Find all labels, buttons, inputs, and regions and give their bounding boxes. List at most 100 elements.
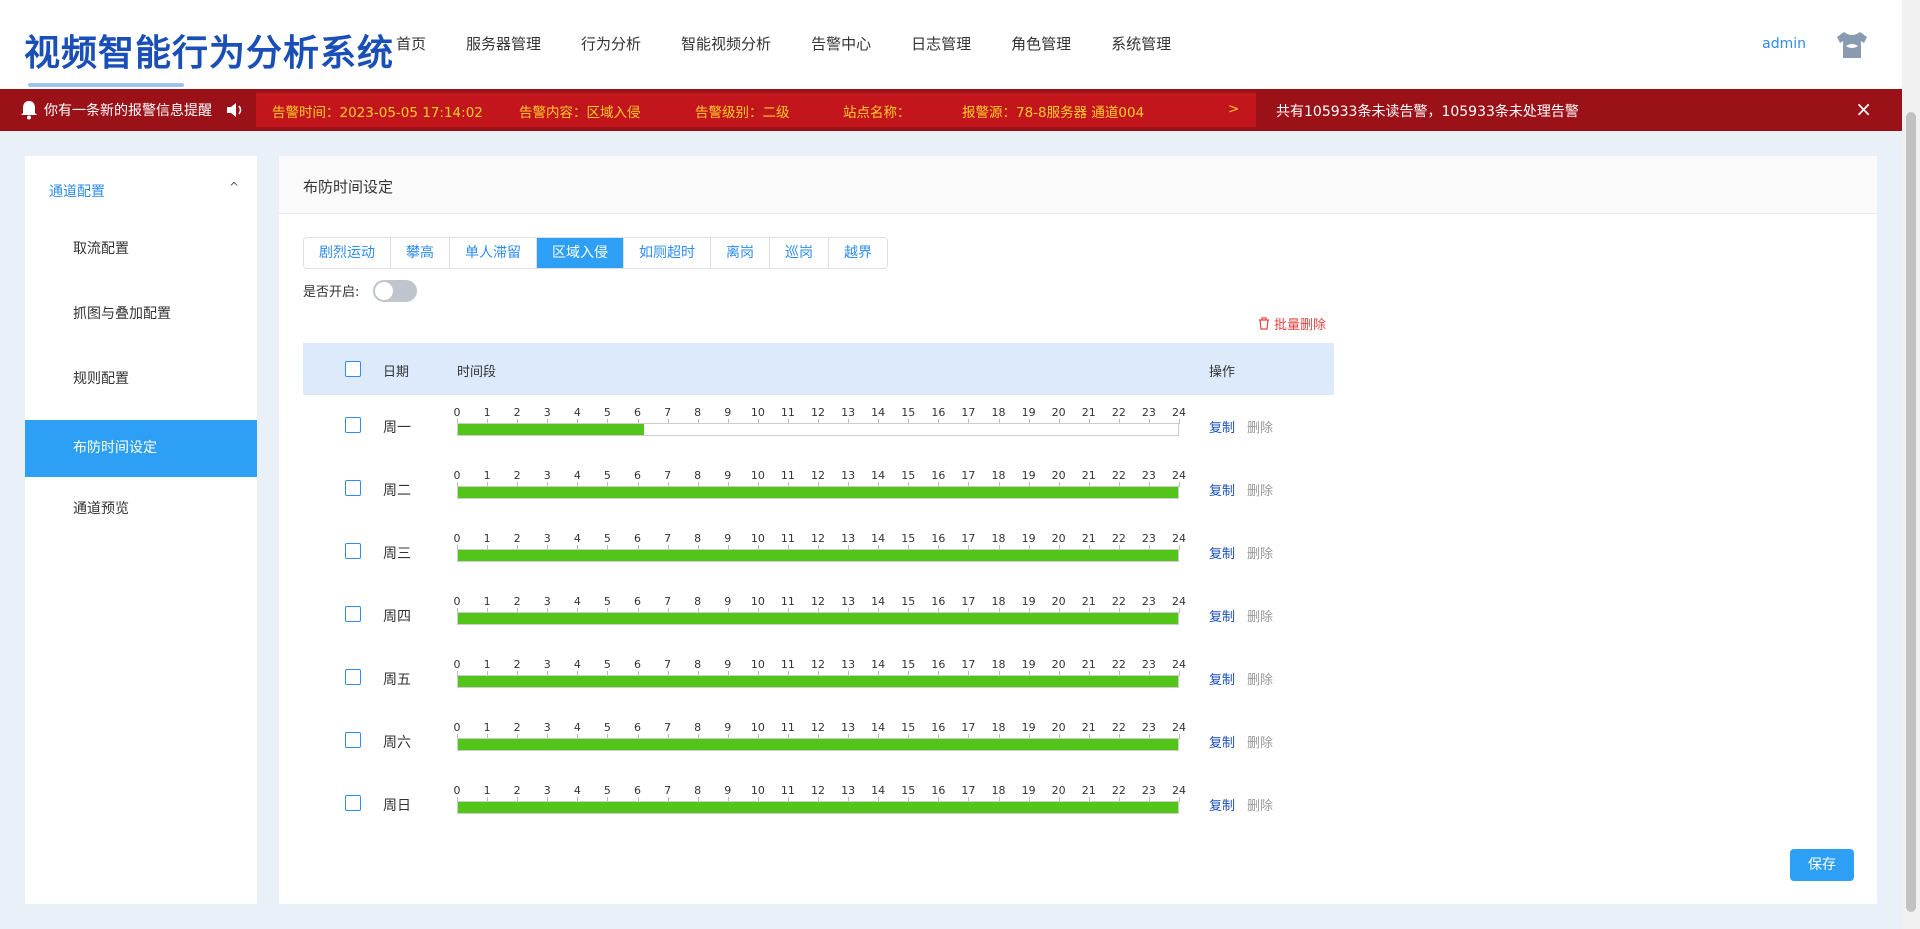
close-icon[interactable]: × — [1855, 97, 1872, 121]
timeline[interactable]: 0 1 2 3 4 5 6 7 8 9 10 11 12 13 14 15 16 17 18 19 20 21 22 23 24 — [454, 395, 1186, 458]
scrollbar-thumb[interactable] — [1906, 112, 1916, 912]
hour-tick-label: 5 — [603, 658, 611, 671]
copy-button[interactable]: 复制 — [1209, 606, 1235, 625]
timeline[interactable]: 0 1 2 3 4 5 6 7 8 9 10 11 12 13 14 15 16 17 18 19 20 21 22 23 24 — [454, 521, 1186, 584]
row-day: 周二 — [383, 483, 411, 499]
armed-period-fill[interactable] — [458, 487, 1178, 498]
row-checkbox[interactable] — [345, 732, 361, 748]
nav-item-home[interactable]: 首页 — [376, 0, 446, 89]
row-checkbox[interactable] — [345, 480, 361, 496]
hour-tick-label: 17 — [961, 721, 976, 734]
tab-patrol[interactable]: 巡岗 — [770, 238, 829, 268]
col-date: 日期 — [383, 365, 410, 380]
hour-tick-label: 7 — [664, 721, 672, 734]
armed-period-fill[interactable] — [458, 613, 1178, 624]
time-track[interactable] — [457, 486, 1179, 499]
time-track[interactable] — [457, 801, 1179, 814]
tab-violent-motion[interactable]: 剧烈运动 — [304, 238, 391, 268]
alarm-next-icon[interactable]: > — [1228, 101, 1239, 117]
hour-tick-label: 11 — [780, 721, 795, 734]
row-checkbox[interactable] — [345, 606, 361, 622]
sidebar-group-channel-config[interactable]: 通道配置 ^ — [25, 156, 257, 221]
sidebar-item-capture[interactable]: 抓图与叠加配置 — [25, 286, 257, 343]
sidebar-item-stream[interactable]: 取流配置 — [25, 221, 257, 278]
sidebar-item-rules[interactable]: 规则配置 — [25, 351, 257, 408]
tab-area-intrusion[interactable]: 区域入侵 — [537, 238, 624, 268]
delete-button[interactable]: 删除 — [1247, 417, 1273, 436]
alarm-notice: 你有一条新的报警信息提醒 — [20, 89, 244, 131]
tab-toilet-timeout[interactable]: 如厕超时 — [624, 238, 711, 268]
copy-button[interactable]: 复制 — [1209, 480, 1235, 499]
copy-button[interactable]: 复制 — [1209, 417, 1235, 436]
timeline[interactable]: 0 1 2 3 4 5 6 7 8 9 10 11 12 13 14 15 16 17 18 19 20 21 22 23 24 — [454, 710, 1186, 773]
timeline[interactable]: 0 1 2 3 4 5 6 7 8 9 10 11 12 13 14 15 16 17 18 19 20 21 22 23 24 — [454, 647, 1186, 710]
time-track[interactable] — [457, 423, 1179, 436]
tab-off-post[interactable]: 离岗 — [711, 238, 770, 268]
sidebar-item-schedule[interactable]: 布防时间设定 — [25, 420, 257, 477]
nav-item-role[interactable]: 角色管理 — [991, 0, 1091, 89]
timeline[interactable]: 0 1 2 3 4 5 6 7 8 9 10 11 12 13 14 15 16 17 18 19 20 21 22 23 24 — [454, 773, 1186, 836]
time-track[interactable] — [457, 612, 1179, 625]
delete-button[interactable]: 删除 — [1247, 669, 1273, 688]
page-scrollbar[interactable] — [1902, 0, 1920, 929]
hour-tick-label: 20 — [1051, 532, 1066, 545]
hour-tick-mark — [1179, 545, 1180, 550]
enable-toggle[interactable] — [373, 280, 417, 302]
row-checkbox[interactable] — [345, 795, 361, 811]
hour-tick-label: 14 — [871, 469, 886, 482]
save-button[interactable]: 保存 — [1790, 849, 1854, 881]
hour-tick-label: 2 — [513, 784, 521, 797]
table-row: 周六 0 1 2 3 4 5 6 7 8 9 10 11 12 13 14 15 16 17 18 19 20 21 22 23… — [303, 710, 1334, 773]
copy-button[interactable]: 复制 — [1209, 543, 1235, 562]
hour-tick-label: 22 — [1111, 532, 1126, 545]
row-checkbox[interactable] — [345, 417, 361, 433]
panel-header: 布防时间设定 — [279, 156, 1877, 214]
alarm-detail[interactable]: 告警时间：2023-05-05 17:14:02 告警内容：区域入侵 告警级别：… — [256, 93, 1256, 127]
timeline[interactable]: 0 1 2 3 4 5 6 7 8 9 10 11 12 13 14 15 16 17 18 19 20 21 22 23 24 — [454, 584, 1186, 647]
hour-tick-label: 10 — [750, 406, 765, 419]
armed-period-fill[interactable] — [458, 676, 1178, 687]
hour-tick-mark — [1179, 734, 1180, 739]
row-checkbox[interactable] — [345, 669, 361, 685]
time-track[interactable] — [457, 738, 1179, 751]
sidebar: 通道配置 ^ 取流配置 抓图与叠加配置 规则配置 布防时间设定 通道预览 — [25, 156, 257, 904]
theme-shirt-icon[interactable] — [1834, 30, 1870, 60]
tab-climbing[interactable]: 攀高 — [391, 238, 450, 268]
select-all-checkbox[interactable] — [345, 361, 361, 377]
timeline[interactable]: 0 1 2 3 4 5 6 7 8 9 10 11 12 13 14 15 16 17 18 19 20 21 22 23 24 — [454, 458, 1186, 521]
batch-delete-button[interactable]: 批量删除 — [1258, 314, 1326, 333]
nav-item-behavior[interactable]: 行为分析 — [561, 0, 661, 89]
nav-item-alarm[interactable]: 告警中心 — [791, 0, 891, 89]
delete-button[interactable]: 删除 — [1247, 795, 1273, 814]
hour-tick-label: 3 — [543, 595, 551, 608]
armed-period-fill[interactable] — [458, 550, 1178, 561]
hour-tick-mark — [1179, 671, 1180, 676]
tab-single-stay[interactable]: 单人滞留 — [450, 238, 537, 268]
delete-button[interactable]: 删除 — [1247, 543, 1273, 562]
time-track[interactable] — [457, 549, 1179, 562]
nav-item-video[interactable]: 智能视频分析 — [661, 0, 791, 89]
hour-tick-mark — [1179, 482, 1180, 487]
speaker-icon[interactable] — [226, 102, 244, 118]
armed-period-fill[interactable] — [458, 802, 1178, 813]
delete-button[interactable]: 删除 — [1247, 480, 1273, 499]
sidebar-item-preview[interactable]: 通道预览 — [25, 481, 257, 538]
delete-button[interactable]: 删除 — [1247, 732, 1273, 751]
armed-period-fill[interactable] — [458, 424, 644, 435]
hour-tick-label: 10 — [750, 721, 765, 734]
alarm-level: 告警级别：二级 — [695, 105, 790, 121]
tab-cross-line[interactable]: 越界 — [829, 238, 887, 268]
nav-item-system[interactable]: 系统管理 — [1091, 0, 1191, 89]
nav-item-server[interactable]: 服务器管理 — [446, 0, 561, 89]
row-checkbox[interactable] — [345, 543, 361, 559]
page-title: 布防时间设定 — [303, 178, 394, 196]
copy-button[interactable]: 复制 — [1209, 732, 1235, 751]
time-track[interactable] — [457, 675, 1179, 688]
copy-button[interactable]: 复制 — [1209, 669, 1235, 688]
nav-item-log[interactable]: 日志管理 — [891, 0, 991, 89]
table-row: 周三 0 1 2 3 4 5 6 7 8 9 10 11 12 13 14 15 16 17 18 19 20 21 22 23… — [303, 521, 1334, 584]
delete-button[interactable]: 删除 — [1247, 606, 1273, 625]
armed-period-fill[interactable] — [458, 739, 1178, 750]
user-name[interactable]: admin — [1762, 36, 1806, 52]
copy-button[interactable]: 复制 — [1209, 795, 1235, 814]
